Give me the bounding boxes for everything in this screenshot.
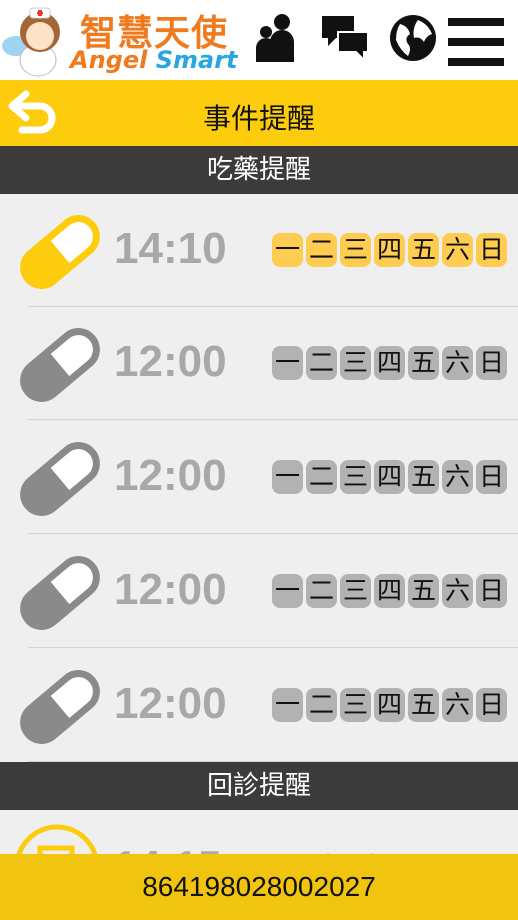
row-divider <box>28 419 518 420</box>
weekday-chip[interactable]: 日 <box>476 688 507 722</box>
title-bar: 事件提醒 <box>0 80 518 146</box>
medicine-reminder-row[interactable]: 12:00 一二三四五六日 <box>0 421 518 534</box>
medicine-reminder-row[interactable]: 14:10 一二三四五六日 <box>0 194 518 307</box>
weekday-chip[interactable]: 五 <box>408 346 439 380</box>
weekday-chip[interactable]: 五 <box>408 688 439 722</box>
weekday-chip[interactable]: 二 <box>306 460 337 494</box>
menu-icon[interactable] <box>448 18 504 66</box>
weekday-chip[interactable]: 日 <box>476 346 507 380</box>
weekday-chip[interactable]: 六 <box>442 688 473 722</box>
weekday-selector: 一二三四五六日 <box>272 233 510 267</box>
weekday-selector: 一二三四五六日 <box>272 346 510 380</box>
weekday-chip[interactable]: 五 <box>408 574 439 608</box>
reminder-time: 12:00 <box>114 451 227 500</box>
chat-icon[interactable] <box>320 12 370 64</box>
row-divider <box>28 533 518 534</box>
weekday-chip[interactable]: 三 <box>340 233 371 267</box>
page-title: 事件提醒 <box>202 102 315 135</box>
app-header: 智慧天使 Angel Smart <box>0 0 518 80</box>
medicine-reminder-row[interactable]: 12:00 一二三四五六日 <box>0 307 518 420</box>
weekday-chip[interactable]: 二 <box>306 346 337 380</box>
weekday-chip[interactable]: 二 <box>306 574 337 608</box>
weekday-chip[interactable]: 四 <box>374 460 405 494</box>
pill-icon <box>20 442 100 516</box>
weekday-chip[interactable]: 一 <box>272 233 303 267</box>
section-medicine-reminder: 吃藥提醒 <box>0 146 518 194</box>
weekday-chip[interactable]: 二 <box>306 688 337 722</box>
weekday-chip[interactable]: 六 <box>442 346 473 380</box>
weekday-chip[interactable]: 四 <box>374 688 405 722</box>
globe-icon[interactable] <box>388 12 438 64</box>
weekday-chip[interactable]: 一 <box>272 688 303 722</box>
device-id-footer: 864198028002027 <box>0 854 518 920</box>
weekday-chip[interactable]: 一 <box>272 460 303 494</box>
family-icon[interactable] <box>254 12 298 64</box>
reminder-time: 14:10 <box>114 224 227 273</box>
weekday-chip[interactable]: 日 <box>476 574 507 608</box>
angel-smart-logo: 智慧天使 Angel Smart <box>0 0 245 80</box>
medicine-reminder-row[interactable]: 12:00 一二三四五六日 <box>0 535 518 648</box>
weekday-selector: 一二三四五六日 <box>272 574 510 608</box>
reminder-time: 12:00 <box>114 337 227 386</box>
weekday-chip[interactable]: 一 <box>272 346 303 380</box>
weekday-selector: 一二三四五六日 <box>272 688 510 722</box>
weekday-chip[interactable]: 日 <box>476 233 507 267</box>
weekday-chip[interactable]: 四 <box>374 574 405 608</box>
pill-icon <box>20 215 100 289</box>
row-divider <box>28 647 518 648</box>
weekday-chip[interactable]: 五 <box>408 233 439 267</box>
reminder-time: 12:00 <box>114 679 227 728</box>
weekday-selector: 一二三四五六日 <box>272 460 510 494</box>
logo-english: Angel Smart <box>70 46 238 74</box>
weekday-chip[interactable]: 四 <box>374 233 405 267</box>
pill-icon <box>20 670 100 744</box>
weekday-chip[interactable]: 一 <box>272 574 303 608</box>
weekday-chip[interactable]: 三 <box>340 688 371 722</box>
weekday-chip[interactable]: 六 <box>442 460 473 494</box>
weekday-chip[interactable]: 三 <box>340 574 371 608</box>
weekday-chip[interactable]: 五 <box>408 460 439 494</box>
angel-mascot-icon <box>2 7 60 77</box>
medicine-reminder-row[interactable]: 12:00 一二三四五六日 <box>0 649 518 762</box>
weekday-chip[interactable]: 四 <box>374 346 405 380</box>
weekday-chip[interactable]: 三 <box>340 460 371 494</box>
pill-icon <box>20 328 100 402</box>
weekday-chip[interactable]: 六 <box>442 233 473 267</box>
weekday-chip[interactable]: 日 <box>476 460 507 494</box>
weekday-chip[interactable]: 六 <box>442 574 473 608</box>
reminder-time: 12:00 <box>114 565 227 614</box>
pill-icon <box>20 556 100 630</box>
section-revisit-reminder: 回診提醒 <box>0 762 518 810</box>
weekday-chip[interactable]: 二 <box>306 233 337 267</box>
weekday-chip[interactable]: 三 <box>340 346 371 380</box>
